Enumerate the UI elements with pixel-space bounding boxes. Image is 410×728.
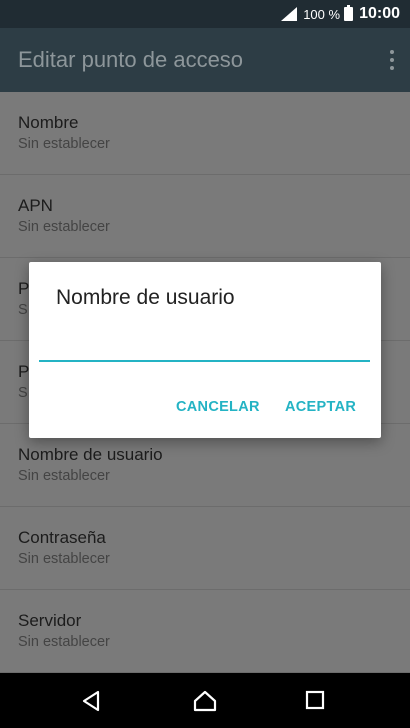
overflow-menu-icon[interactable] (390, 50, 394, 70)
status-bar: 100 % 10:00 (0, 0, 410, 28)
app-bar: Editar punto de acceso (0, 28, 410, 92)
dialog-title: Nombre de usuario (56, 286, 235, 309)
list-item-server[interactable]: Servidor Sin establecer (0, 590, 410, 673)
list-item-title: Nombre (18, 113, 79, 132)
accept-button[interactable]: ACEPTAR (285, 399, 356, 415)
cancel-button[interactable]: CANCELAR (176, 399, 260, 415)
navigation-bar (0, 673, 410, 728)
list-item-title: Servidor (18, 611, 82, 630)
username-input[interactable] (39, 340, 370, 362)
list-item-subtitle: Sin establecer (18, 634, 110, 650)
battery-percent: 100 % (303, 6, 341, 22)
home-icon[interactable] (193, 690, 217, 712)
clock: 10:00 (359, 5, 400, 22)
signal-icon (281, 7, 298, 21)
list-item-title: Nombre de usuario (18, 445, 163, 464)
page-title: Editar punto de acceso (18, 47, 244, 72)
recents-icon[interactable] (305, 690, 325, 710)
list-item-nombre[interactable]: Nombre Sin establecer (0, 92, 410, 175)
list-item-password[interactable]: Contraseña Sin establecer (0, 507, 410, 590)
list-item-title: Contraseña (18, 528, 106, 547)
list-item-title: APN (18, 196, 53, 215)
list-item-apn[interactable]: APN Sin establecer (0, 175, 410, 258)
battery-icon (344, 5, 354, 21)
list-item-subtitle: Sin establecer (18, 219, 110, 235)
list-item-subtitle: Sin establecer (18, 136, 110, 152)
list-item-subtitle: Sin establecer (18, 468, 110, 484)
list-item-subtitle: Sin establecer (18, 551, 110, 567)
username-dialog: Nombre de usuario CANCELAR ACEPTAR (29, 262, 381, 438)
back-icon[interactable] (80, 690, 102, 712)
